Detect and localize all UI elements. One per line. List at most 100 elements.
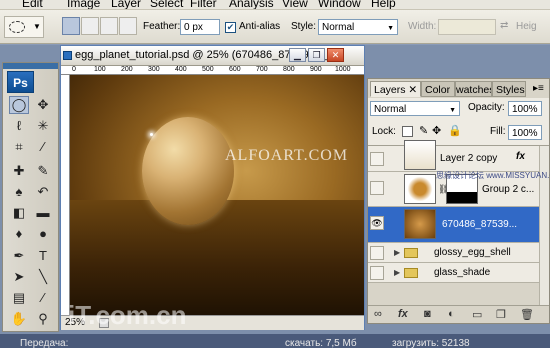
style-select[interactable]: Normal ▼	[318, 19, 398, 35]
menu-image[interactable]: Image	[67, 0, 100, 9]
table-surface	[70, 200, 364, 315]
tab-layers[interactable]: Layers ✕	[370, 81, 421, 97]
blend-mode-value: Normal	[374, 104, 407, 115]
layer-thumbnail	[404, 140, 436, 170]
line-tool-icon[interactable]: ╲	[33, 268, 53, 286]
eraser-tool-icon[interactable]: ◧	[9, 204, 29, 222]
layers-options: Normal ▼ Opacity: 100% Lock: ✎ ✥ 🔒 Fill:…	[368, 98, 549, 146]
slice-tool-icon[interactable]: ∕	[33, 138, 53, 156]
eye-icon[interactable]: 👁	[370, 216, 384, 230]
site-watermark-2: 思缘设计论坛 www.MISSYUAN.COM	[436, 171, 550, 180]
layer-row[interactable]: Layer 2 copy fx	[368, 140, 549, 172]
menu-layer[interactable]: Layer	[111, 0, 141, 9]
ruler-mark: 600	[229, 66, 241, 73]
minimize-button[interactable]: ▁	[289, 48, 306, 62]
subtract-selection-button[interactable]	[100, 17, 118, 35]
canvas[interactable]: ALFOART.COM	[70, 75, 364, 315]
lock-position-icon[interactable]: ✥	[432, 124, 441, 137]
new-selection-button[interactable]	[62, 17, 80, 35]
visibility-toggle[interactable]	[370, 246, 384, 260]
menu-help[interactable]: Help	[371, 0, 396, 9]
group-name: glossy_egg_shell	[434, 247, 511, 258]
eyedropper-tool-icon[interactable]: ⁄	[33, 289, 53, 307]
lasso-tool-icon[interactable]: ℓ	[9, 117, 29, 135]
notes-tool-icon[interactable]: ▤	[9, 289, 29, 307]
trash-icon[interactable]: 🗑	[520, 308, 534, 321]
menu-analysis[interactable]: Analysis	[229, 0, 274, 9]
tab-color[interactable]: Color	[421, 81, 455, 97]
layers-panel: Layers ✕ Color Swatches Styles ▸≡ Normal…	[367, 78, 550, 324]
chevron-down-icon: ▼	[449, 107, 456, 114]
opacity-label: Opacity:	[468, 102, 505, 113]
blend-mode-select[interactable]: Normal ▼	[370, 101, 460, 116]
feather-input[interactable]: 0 px	[180, 19, 220, 35]
add-selection-button[interactable]	[81, 17, 99, 35]
ps-logo: Ps	[7, 71, 34, 93]
menu-edit[interactable]: Edit	[22, 0, 43, 9]
hand-tool-icon[interactable]: ✋	[9, 310, 29, 328]
ruler-mark: 800	[283, 66, 295, 73]
blur-tool-icon[interactable]: ♦	[9, 225, 29, 243]
visibility-toggle[interactable]	[370, 266, 384, 280]
brush-tool-icon[interactable]: ✎	[33, 162, 53, 180]
group-row[interactable]: ▶ glossy_egg_shell	[368, 243, 549, 263]
width-input[interactable]	[438, 19, 496, 35]
history-brush-tool-icon[interactable]: ↶	[33, 183, 53, 201]
healing-brush-tool-icon[interactable]: ✚	[9, 162, 29, 180]
mask-icon[interactable]: ◙	[424, 308, 431, 320]
crop-tool-icon[interactable]: ⌗	[9, 138, 29, 156]
ruler-mark: 700	[256, 66, 268, 73]
ruler-horizontal: 0 100 200 300 400 500 600 700 800 900 10…	[61, 66, 364, 75]
menu-view[interactable]: View	[282, 0, 308, 9]
menu-filter[interactable]: Filter	[190, 0, 217, 9]
pen-tool-icon[interactable]: ✒	[9, 247, 29, 265]
dodge-tool-icon[interactable]: ●	[33, 225, 53, 243]
group-row[interactable]: ▶ glass_shade	[368, 263, 549, 283]
clone-stamp-tool-icon[interactable]: ♠	[9, 183, 29, 201]
new-layer-icon[interactable]: ❐	[496, 308, 506, 321]
lock-all-icon[interactable]: 🔒	[448, 124, 462, 137]
tool-preset-picker[interactable]: ▼	[4, 16, 44, 38]
ellipse-marquee-tool-icon[interactable]: ◯	[9, 96, 29, 114]
intersect-selection-button[interactable]	[119, 17, 137, 35]
antialias-checkbox[interactable]: ✔	[225, 22, 236, 33]
layer-name: Layer 2 copy	[440, 153, 498, 164]
ruler-vertical	[61, 75, 70, 315]
path-selection-tool-icon[interactable]: ➤	[9, 268, 29, 286]
fx-badge[interactable]: fx	[516, 151, 525, 162]
style-label: Style:	[291, 21, 317, 32]
swap-icon[interactable]: ⇄	[500, 21, 510, 31]
fx-icon[interactable]: fx	[398, 308, 408, 320]
expand-triangle-icon[interactable]: ▶	[394, 248, 400, 257]
type-tool-icon[interactable]: T	[33, 247, 53, 265]
maximize-button[interactable]: ❐	[308, 48, 325, 62]
visibility-toggle[interactable]	[370, 152, 384, 166]
opacity-input[interactable]: 100%	[508, 101, 542, 116]
link-icon[interactable]: ∞	[374, 308, 382, 320]
adjust-icon[interactable]: ◐	[448, 308, 455, 320]
fill-input[interactable]: 100%	[508, 125, 542, 140]
tab-styles[interactable]: Styles	[492, 81, 526, 97]
tab-swatches[interactable]: Swatches	[455, 81, 492, 97]
site-watermark: iT.com.cn	[68, 300, 187, 330]
ruler-mark: 100	[94, 66, 106, 73]
width-label: Width:	[408, 21, 437, 32]
expand-triangle-icon[interactable]: ▶	[394, 268, 400, 277]
menu-window[interactable]: Window	[318, 0, 361, 9]
gradient-tool-icon[interactable]: ▬	[33, 204, 53, 222]
toolbox-title-bar[interactable]	[3, 63, 58, 69]
close-button[interactable]: ✕	[327, 48, 344, 62]
panel-menu-icon[interactable]: ▸≡	[533, 83, 544, 94]
magic-wand-tool-icon[interactable]: ✳	[33, 117, 53, 135]
lock-image-icon[interactable]: ✎	[419, 124, 428, 137]
layer-row-selected[interactable]: 👁 670486_87539...	[368, 207, 549, 243]
zoom-tool-icon[interactable]: ⚲	[33, 310, 53, 328]
lock-transparent-icon[interactable]	[402, 126, 413, 137]
document-title-bar[interactable]: egg_planet_tutorial.psd @ 25% (670486_87…	[61, 46, 364, 66]
move-tool-icon[interactable]: ✥	[33, 96, 53, 114]
folder-icon[interactable]: ▭	[472, 308, 482, 321]
ruler-mark: 900	[310, 66, 322, 73]
menu-select[interactable]: Select	[150, 0, 183, 9]
taskbar-strip: Передача: скачать: 7,5 Mб загрузить: 521…	[0, 334, 550, 348]
visibility-toggle[interactable]	[370, 181, 384, 195]
